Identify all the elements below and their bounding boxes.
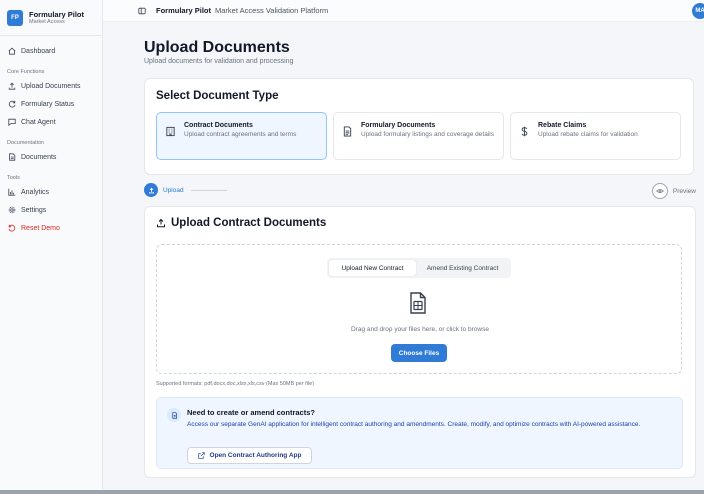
- sidebar-item-documents[interactable]: Documents: [6, 148, 96, 166]
- sidebar-item-label: Analytics: [21, 188, 50, 196]
- option-label: Contract Documents: [184, 122, 253, 129]
- sidebar-item-dashboard[interactable]: Dashboard: [6, 42, 96, 60]
- document-type-card: Select Document Type Contract Documents …: [144, 78, 694, 175]
- sidebar-nav: Dashboard Core Functions Upload Document…: [0, 36, 102, 243]
- avatar[interactable]: MA: [692, 3, 704, 19]
- sidebar-item-chat-agent[interactable]: Chat Agent: [6, 113, 96, 131]
- upload-step-icon: [144, 183, 158, 197]
- brand-logo: FP: [7, 9, 23, 26]
- contract-authoring-callout: Need to create or amend contracts? Acces…: [156, 397, 683, 469]
- tab-upload-new-contract[interactable]: Upload New Contract: [329, 260, 416, 276]
- option-label: Formulary Documents: [361, 122, 436, 129]
- open-contract-authoring-label: Open Contract Authoring App: [209, 452, 302, 459]
- step-preview-label: Preview: [672, 187, 696, 195]
- sidebar-section-core: Core Functions: [7, 69, 45, 75]
- external-link-icon: [197, 452, 205, 459]
- file-icon: [7, 153, 16, 162]
- option-description: Upload formulary listings and coverage d…: [361, 131, 494, 138]
- sidebar-item-label: Reset Demo: [21, 224, 60, 232]
- refresh-icon: [7, 100, 16, 109]
- option-contract-documents[interactable]: Contract Documents Upload contract agree…: [156, 112, 327, 160]
- sidebar-item-reset-demo[interactable]: Reset Demo: [6, 219, 96, 237]
- brand-tagline: Market Access: [29, 18, 65, 25]
- page-title: Upload Documents: [144, 39, 290, 56]
- sidebar-item-label: Settings: [21, 206, 47, 214]
- callout-description: Access our separate GenAI application fo…: [187, 421, 641, 428]
- dropzone-instructions: Drag and drop your files here, or click …: [350, 326, 489, 333]
- option-formulary-documents[interactable]: Formulary Documents Upload formulary lis…: [333, 112, 504, 160]
- callout-title: Need to create or amend contracts?: [187, 408, 315, 417]
- sidebar-item-label: Documents: [21, 153, 57, 161]
- reset-icon: [7, 224, 16, 233]
- upload-title-icon: [157, 218, 165, 228]
- document-type-heading: Select Document Type: [156, 90, 279, 102]
- topbar: Formulary Pilot Market Access Validation…: [103, 0, 704, 22]
- building-icon: [165, 124, 177, 137]
- sidebar-item-label: Chat Agent: [21, 118, 56, 126]
- sidebar-item-settings[interactable]: Settings: [6, 201, 96, 219]
- dropzone[interactable]: Upload New Contract Amend Existing Contr…: [156, 244, 682, 374]
- sidebar-item-label: Dashboard: [21, 47, 56, 55]
- page-subtitle: Upload documents for validation and proc…: [144, 58, 294, 65]
- sidebar-item-label: Upload Documents: [21, 82, 81, 90]
- upload-title: Upload Contract Documents: [156, 217, 684, 229]
- sidebar-section-docs: Documentation: [7, 140, 44, 146]
- option-description: Upload contract agreements and terms: [184, 131, 297, 138]
- dollar-icon: [519, 124, 531, 137]
- file-upload-icon: [410, 292, 426, 314]
- tab-amend-existing-contract[interactable]: Amend Existing Contract: [416, 260, 509, 276]
- main-area: Formulary Pilot Market Access Validation…: [103, 0, 704, 494]
- window-bottom-edge: [0, 490, 704, 494]
- sidebar-item-upload[interactable]: Upload Documents: [6, 77, 96, 95]
- sidebar: FP Formulary Pilot Market Access Dashboa…: [0, 0, 103, 494]
- progress-steps: Upload Preview: [144, 183, 696, 199]
- upload-title-text: Upload Contract Documents: [171, 217, 327, 229]
- supported-formats: Supported formats: pdf,docx,doc,xlsx,xls…: [156, 381, 315, 387]
- step-upload-label: Upload: [163, 186, 184, 194]
- page-content: Upload Documents Upload documents for va…: [144, 22, 696, 478]
- step-upload[interactable]: Upload: [144, 183, 227, 197]
- chat-icon: [7, 118, 16, 127]
- brand-name: Formulary Pilot: [29, 9, 85, 19]
- gear-icon: [7, 206, 16, 215]
- app-window: FP Formulary Pilot Market Access Dashboa…: [0, 0, 704, 494]
- sidebar-toggle-icon[interactable]: [138, 7, 146, 15]
- header-subtitle: Market Access Validation Platform: [215, 6, 329, 15]
- brand[interactable]: FP Formulary Pilot Market Access: [0, 0, 102, 36]
- document-type-options: Contract Documents Upload contract agree…: [156, 112, 682, 160]
- step-connector: [190, 189, 227, 191]
- document-info-icon: [167, 408, 181, 422]
- home-icon: [7, 47, 16, 56]
- header-title: Formulary Pilot: [156, 6, 212, 15]
- document-icon: [342, 124, 354, 137]
- sidebar-item-formulary-status[interactable]: Formulary Status: [6, 95, 96, 113]
- sidebar-item-label: Formulary Status: [21, 100, 75, 108]
- upload-mode-toggle: Upload New Contract Amend Existing Contr…: [327, 258, 511, 278]
- option-description: Upload rebate claims for validation: [538, 131, 638, 138]
- upload-icon: [7, 82, 16, 91]
- bar-chart-icon: [7, 188, 16, 197]
- choose-files-button[interactable]: Choose Files: [391, 344, 447, 362]
- sidebar-item-analytics[interactable]: Analytics: [6, 183, 96, 201]
- open-contract-authoring-button[interactable]: Open Contract Authoring App: [187, 447, 312, 464]
- option-rebate-claims[interactable]: Rebate Claims Upload rebate claims for v…: [510, 112, 681, 160]
- eye-icon: [651, 183, 668, 199]
- option-label: Rebate Claims: [538, 122, 587, 129]
- step-preview[interactable]: Preview: [651, 183, 696, 199]
- sidebar-section-tools: Tools: [7, 175, 20, 181]
- upload-card: Upload Contract Documents Upload New Con…: [144, 206, 696, 478]
